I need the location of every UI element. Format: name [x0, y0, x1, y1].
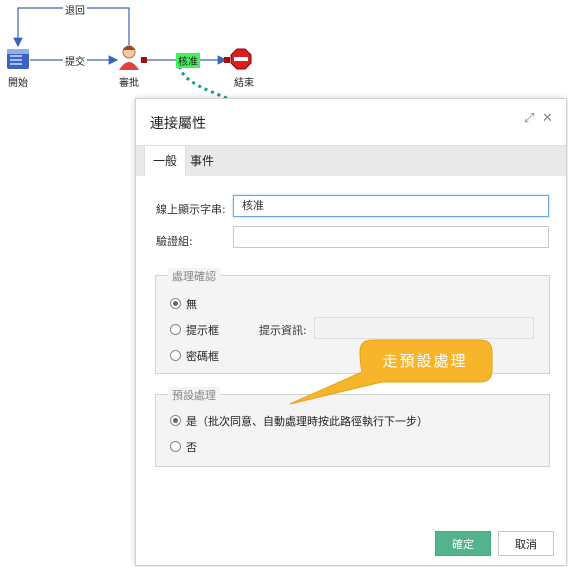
callout-text: 走預設處理	[382, 352, 468, 370]
callout-bubble	[289, 339, 493, 405]
